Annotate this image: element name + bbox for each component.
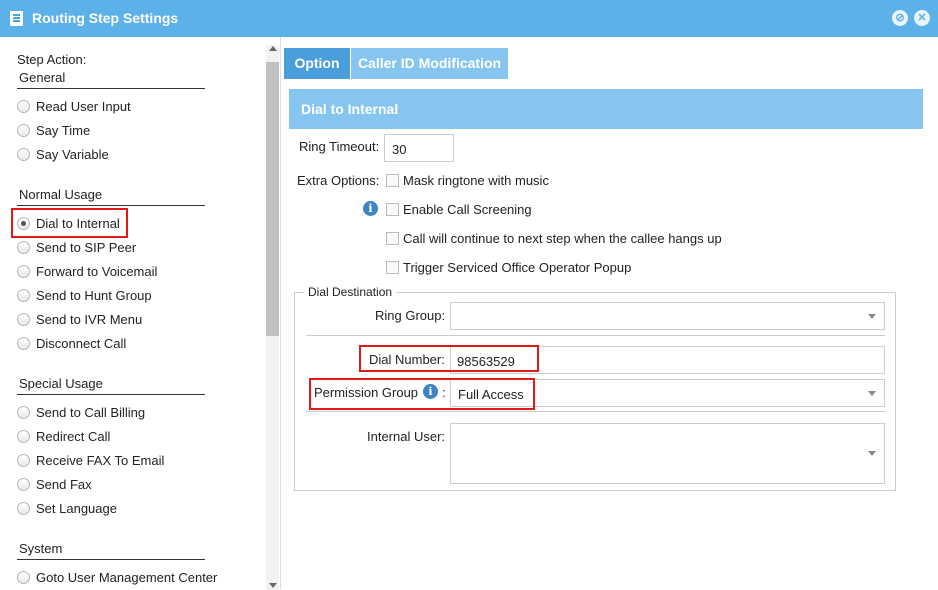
radio-disconnect-call[interactable]: Disconnect Call bbox=[17, 333, 126, 353]
radio-button[interactable] bbox=[17, 147, 30, 161]
internal-user-select[interactable] bbox=[450, 423, 885, 484]
radio-button[interactable] bbox=[17, 570, 30, 584]
close-icon[interactable]: ✕ bbox=[914, 10, 930, 26]
scroll-up-arrow-icon[interactable] bbox=[269, 46, 277, 51]
trigger-operator-popup-label: Trigger Serviced Office Operator Popup bbox=[403, 260, 632, 275]
section-title-normal-usage: Normal Usage bbox=[19, 187, 103, 202]
radio-label: Say Time bbox=[36, 122, 91, 138]
radio-button[interactable] bbox=[17, 240, 30, 254]
radio-button[interactable] bbox=[17, 429, 30, 443]
radio-label: Send to IVR Menu bbox=[36, 311, 143, 327]
radio-button[interactable] bbox=[17, 123, 30, 137]
section-divider bbox=[17, 559, 205, 560]
radio-goto-user-management-center[interactable]: Goto User Management Center bbox=[17, 567, 217, 587]
radio-label: Send Fax bbox=[36, 476, 92, 492]
chevron-down-icon[interactable] bbox=[868, 451, 876, 456]
section-title-system: System bbox=[19, 541, 63, 556]
radio-say-variable[interactable]: Say Variable bbox=[17, 144, 109, 164]
radio-send-to-sip-peer[interactable]: Send to SIP Peer bbox=[17, 237, 136, 257]
chevron-down-icon[interactable] bbox=[868, 391, 876, 396]
radio-label: Say Variable bbox=[36, 146, 109, 162]
radio-receive-fax-to-email[interactable]: Receive FAX To Email bbox=[17, 450, 164, 470]
highlight-box-dial-number bbox=[359, 345, 539, 372]
radio-say-time[interactable]: Say Time bbox=[17, 120, 90, 140]
radio-label: Forward to Voicemail bbox=[36, 263, 158, 279]
radio-redirect-call[interactable]: Redirect Call bbox=[17, 426, 110, 446]
section-divider bbox=[17, 205, 205, 206]
radio-button[interactable] bbox=[17, 288, 30, 302]
radio-send-to-hunt-group[interactable]: Send to Hunt Group bbox=[17, 285, 152, 305]
radio-label: Set Language bbox=[36, 500, 117, 516]
radio-label: Redirect Call bbox=[36, 428, 111, 444]
radio-send-to-call-billing[interactable]: Send to Call Billing bbox=[17, 402, 145, 422]
radio-read-user-input[interactable]: Read User Input bbox=[17, 96, 131, 116]
continue-next-step-checkbox[interactable] bbox=[386, 232, 399, 245]
radio-set-language[interactable]: Set Language bbox=[17, 498, 117, 518]
tab-option[interactable]: Option bbox=[284, 48, 350, 79]
ring-group-label: Ring Group: bbox=[375, 308, 446, 323]
settings-document-icon bbox=[10, 11, 23, 26]
radio-button[interactable] bbox=[17, 336, 30, 350]
section-divider bbox=[17, 394, 205, 395]
minimize-icon[interactable]: ⊘ bbox=[892, 10, 908, 26]
chevron-down-icon[interactable] bbox=[868, 314, 876, 319]
ring-timeout-input[interactable]: 30 bbox=[384, 134, 454, 162]
section-title: Dial to Internal bbox=[301, 101, 399, 117]
radio-send-fax[interactable]: Send Fax bbox=[17, 474, 92, 494]
radio-button[interactable] bbox=[17, 477, 30, 491]
tab-caller-id-modification[interactable]: Caller ID Modification bbox=[351, 48, 508, 79]
window-title: Routing Step Settings bbox=[32, 10, 179, 26]
radio-send-to-ivr-menu[interactable]: Send to IVR Menu bbox=[17, 309, 142, 329]
scrollbar-thumb[interactable] bbox=[266, 62, 279, 336]
radio-button[interactable] bbox=[17, 99, 30, 113]
radio-label: Send to SIP Peer bbox=[36, 239, 137, 255]
highlight-box-permission-group bbox=[309, 378, 535, 410]
divider bbox=[306, 335, 885, 336]
radio-label: Receive FAX To Email bbox=[36, 452, 165, 468]
radio-button[interactable] bbox=[17, 264, 30, 278]
radio-label: Goto User Management Center bbox=[36, 569, 218, 585]
section-title-general: General bbox=[19, 70, 66, 85]
mask-ringtone-label: Mask ringtone with music bbox=[403, 173, 549, 188]
section-title-special-usage: Special Usage bbox=[19, 376, 103, 391]
info-icon[interactable]: i bbox=[363, 201, 378, 216]
radio-button[interactable] bbox=[17, 405, 30, 419]
radio-button[interactable] bbox=[17, 312, 30, 326]
extra-options-label: Extra Options: bbox=[297, 173, 380, 188]
radio-label: Send to Hunt Group bbox=[36, 287, 152, 303]
scroll-down-arrow-icon[interactable] bbox=[269, 583, 277, 588]
ring-timeout-label: Ring Timeout: bbox=[299, 139, 380, 154]
enable-call-screening-label: Enable Call Screening bbox=[403, 202, 532, 217]
section-divider bbox=[17, 88, 205, 89]
trigger-operator-popup-checkbox[interactable] bbox=[386, 261, 399, 274]
step-action-label: Step Action: bbox=[17, 52, 87, 67]
dial-destination-legend: Dial Destination bbox=[304, 285, 397, 299]
internal-user-label: Internal User: bbox=[367, 429, 446, 444]
highlight-box-dial-to-internal bbox=[11, 208, 128, 238]
mask-ringtone-checkbox[interactable] bbox=[386, 174, 399, 187]
section-header: Dial to Internal bbox=[289, 89, 923, 129]
window-titlebar: Routing Step Settings ⊘ ✕ bbox=[0, 0, 938, 37]
ring-group-select[interactable] bbox=[450, 302, 885, 330]
radio-button[interactable] bbox=[17, 501, 30, 515]
divider bbox=[306, 411, 885, 412]
radio-label: Disconnect Call bbox=[36, 335, 127, 351]
radio-label: Read User Input bbox=[36, 98, 131, 114]
continue-next-step-label: Call will continue to next step when the… bbox=[403, 231, 722, 246]
enable-call-screening-checkbox[interactable] bbox=[386, 203, 399, 216]
radio-label: Send to Call Billing bbox=[36, 404, 146, 420]
radio-button[interactable] bbox=[17, 453, 30, 467]
radio-forward-to-voicemail[interactable]: Forward to Voicemail bbox=[17, 261, 157, 281]
